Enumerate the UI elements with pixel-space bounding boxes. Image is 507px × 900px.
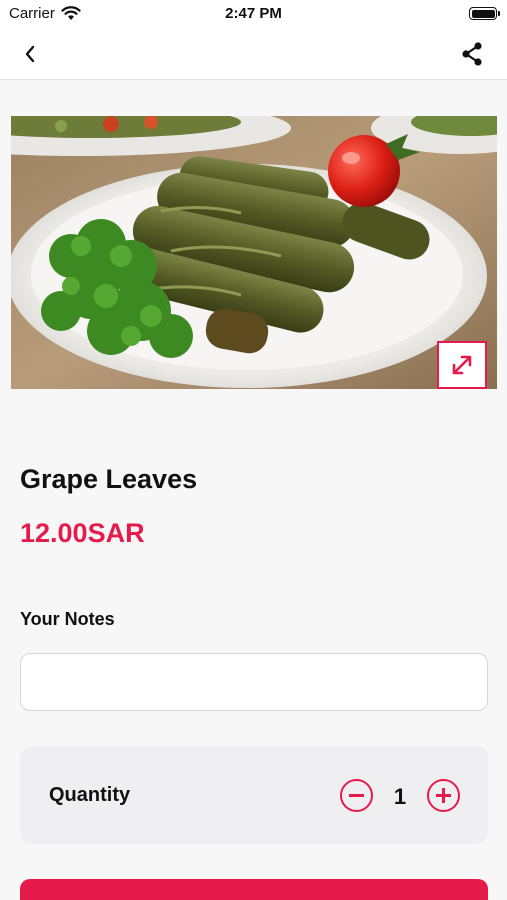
- product-title: Grape Leaves: [20, 464, 198, 494]
- notes-input[interactable]: [20, 653, 488, 711]
- quantity-value: 1: [393, 784, 407, 809]
- expand-icon: [452, 355, 472, 375]
- add-to-cart-button[interactable]: [20, 879, 488, 900]
- expand-image-button[interactable]: [437, 341, 487, 389]
- product-price: 12.00SAR: [20, 518, 145, 548]
- status-bar: Carrier 2:47 PM: [0, 0, 507, 28]
- status-time: 2:47 PM: [225, 5, 282, 22]
- chevron-left-icon: [25, 45, 35, 63]
- increase-quantity-button[interactable]: [427, 779, 460, 812]
- battery-icon: [469, 7, 500, 20]
- product-image[interactable]: [11, 116, 497, 389]
- stuffed-grape-leaves-photo: [11, 116, 497, 389]
- quantity-label: Quantity: [49, 784, 131, 806]
- navigation-bar: [0, 28, 507, 80]
- share-icon: [462, 42, 482, 66]
- back-button[interactable]: [16, 40, 44, 68]
- notes-label: Your Notes: [20, 609, 115, 629]
- quantity-card: Quantity 1: [20, 746, 488, 844]
- share-button[interactable]: [457, 39, 487, 69]
- decrease-quantity-button[interactable]: [340, 779, 373, 812]
